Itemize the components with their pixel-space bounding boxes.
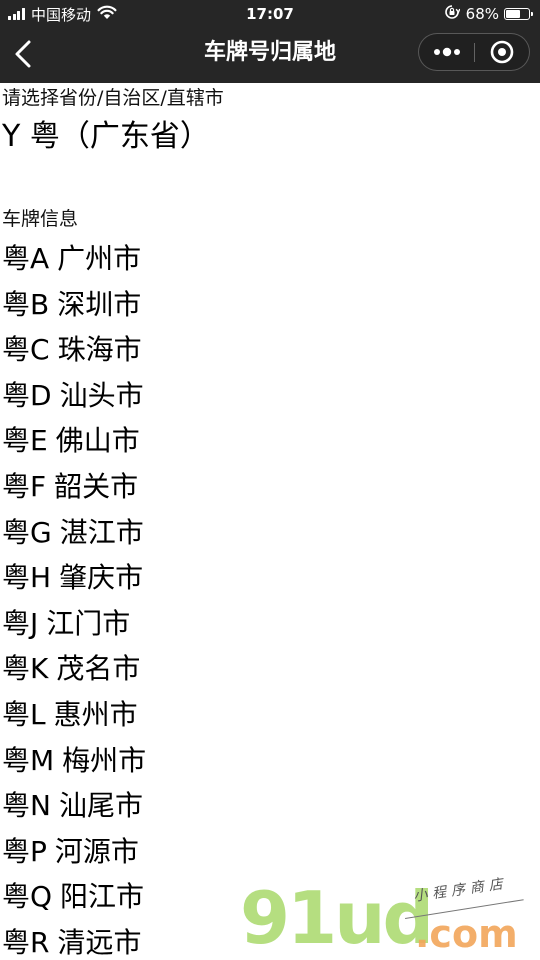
more-button[interactable]	[419, 34, 474, 70]
battery-fill	[506, 10, 520, 18]
plate-code: 粤J	[2, 606, 39, 640]
close-button[interactable]	[475, 34, 530, 70]
plate-code: 粤P	[2, 834, 47, 868]
watermark-sub-text: 小程序商店	[412, 875, 509, 905]
target-close-icon	[490, 40, 514, 64]
watermark-logo: 91ud 小程序商店 .com	[240, 876, 540, 960]
plate-code: 粤H	[2, 561, 52, 595]
province-label: 请选择省份/自治区/直辖市	[2, 87, 224, 109]
plate-city: 韶关市	[54, 469, 139, 503]
plate-code: 粤N	[2, 789, 51, 823]
plate-code: 粤A	[2, 242, 50, 275]
plate-city: 佛山市	[55, 424, 140, 458]
plate-list-item: 粤C 珠海市	[0, 327, 146, 373]
plate-list-item: 粤F 韶关市	[0, 464, 146, 510]
plate-list-item: 粤L 惠州市	[0, 692, 146, 738]
plate-list-item: 粤H 肇庆市	[0, 555, 146, 601]
plate-list-item: 粤A 广州市	[0, 236, 146, 282]
plate-code: 粤D	[2, 378, 52, 412]
plate-list-item: 粤J 江门市	[0, 601, 146, 647]
plate-code: 粤G	[2, 515, 52, 549]
plate-list-item: 粤E 佛山市	[0, 418, 146, 464]
plate-code: 粤Q	[2, 880, 53, 914]
plate-city: 梅州市	[62, 743, 147, 777]
watermark-line	[405, 899, 524, 919]
watermark-domain-text: .com	[415, 912, 518, 956]
plate-city: 茂名市	[56, 652, 141, 686]
battery-icon	[504, 8, 533, 20]
plate-list-item: 粤N 汕尾市	[0, 783, 146, 829]
plate-list-item: 粤G 湛江市	[0, 510, 146, 556]
top-bar: 中国移动 17:07 68% 车牌号归属地	[0, 0, 540, 83]
plate-code: 粤L	[2, 697, 46, 731]
plate-city: 惠州市	[53, 697, 138, 731]
plate-city: 汕头市	[59, 378, 144, 412]
watermark-main-text: 91ud	[240, 876, 434, 960]
screen: 中国移动 17:07 68% 车牌号归属地 请选择省份/自治区/直辖市 Y 粤（…	[0, 0, 540, 960]
battery-percent: 68%	[465, 5, 499, 23]
plate-list-item: 粤D 汕头市	[0, 373, 146, 419]
nav-bar: 车牌号归属地	[0, 28, 540, 83]
plate-code: 粤K	[2, 652, 49, 686]
plate-city: 湛江市	[59, 515, 144, 549]
plate-code: 粤C	[2, 333, 50, 367]
plate-list-item: 粤M 梅州市	[0, 738, 146, 784]
status-bar: 中国移动 17:07 68%	[0, 0, 540, 28]
plate-city: 阳江市	[60, 880, 145, 914]
plate-city: 深圳市	[57, 287, 142, 321]
plate-list-item: 粤P 河源市	[0, 829, 146, 875]
plate-code: 粤E	[2, 424, 48, 458]
plate-city: 肇庆市	[59, 561, 144, 595]
plate-city: 广州市	[57, 242, 142, 275]
plate-code: 粤B	[2, 287, 50, 321]
plate-list: 粤A 广州市 粤B 深圳市 粤C 珠海市 粤D 汕头市 粤E 佛山市 粤F 韶关市 粤G 湛江市 粤H 肇庆市…	[0, 236, 146, 960]
plate-list-item: 粤B 深圳市	[0, 282, 146, 328]
plate-code: 粤F	[2, 469, 47, 503]
plates-label: 车牌信息	[2, 208, 79, 230]
plate-city: 汕尾市	[58, 789, 143, 823]
plate-city: 清远市	[57, 925, 142, 959]
orientation-lock-icon	[444, 4, 461, 24]
status-right: 68%	[444, 4, 533, 24]
plate-code: 粤M	[2, 743, 55, 777]
more-dots-icon	[434, 47, 460, 57]
plate-list-item: 粤K 茂名市	[0, 646, 146, 692]
province-picker[interactable]: Y 粤（广东省）	[2, 119, 210, 155]
plate-list-item: 粤Q 阳江市	[0, 874, 146, 920]
plate-city: 江门市	[46, 606, 131, 640]
plate-code: 粤R	[2, 925, 50, 959]
plate-city: 珠海市	[57, 333, 142, 367]
plate-city: 河源市	[54, 834, 139, 868]
capsule-menu	[418, 33, 530, 71]
plate-list-item: 粤R 清远市	[0, 920, 146, 960]
